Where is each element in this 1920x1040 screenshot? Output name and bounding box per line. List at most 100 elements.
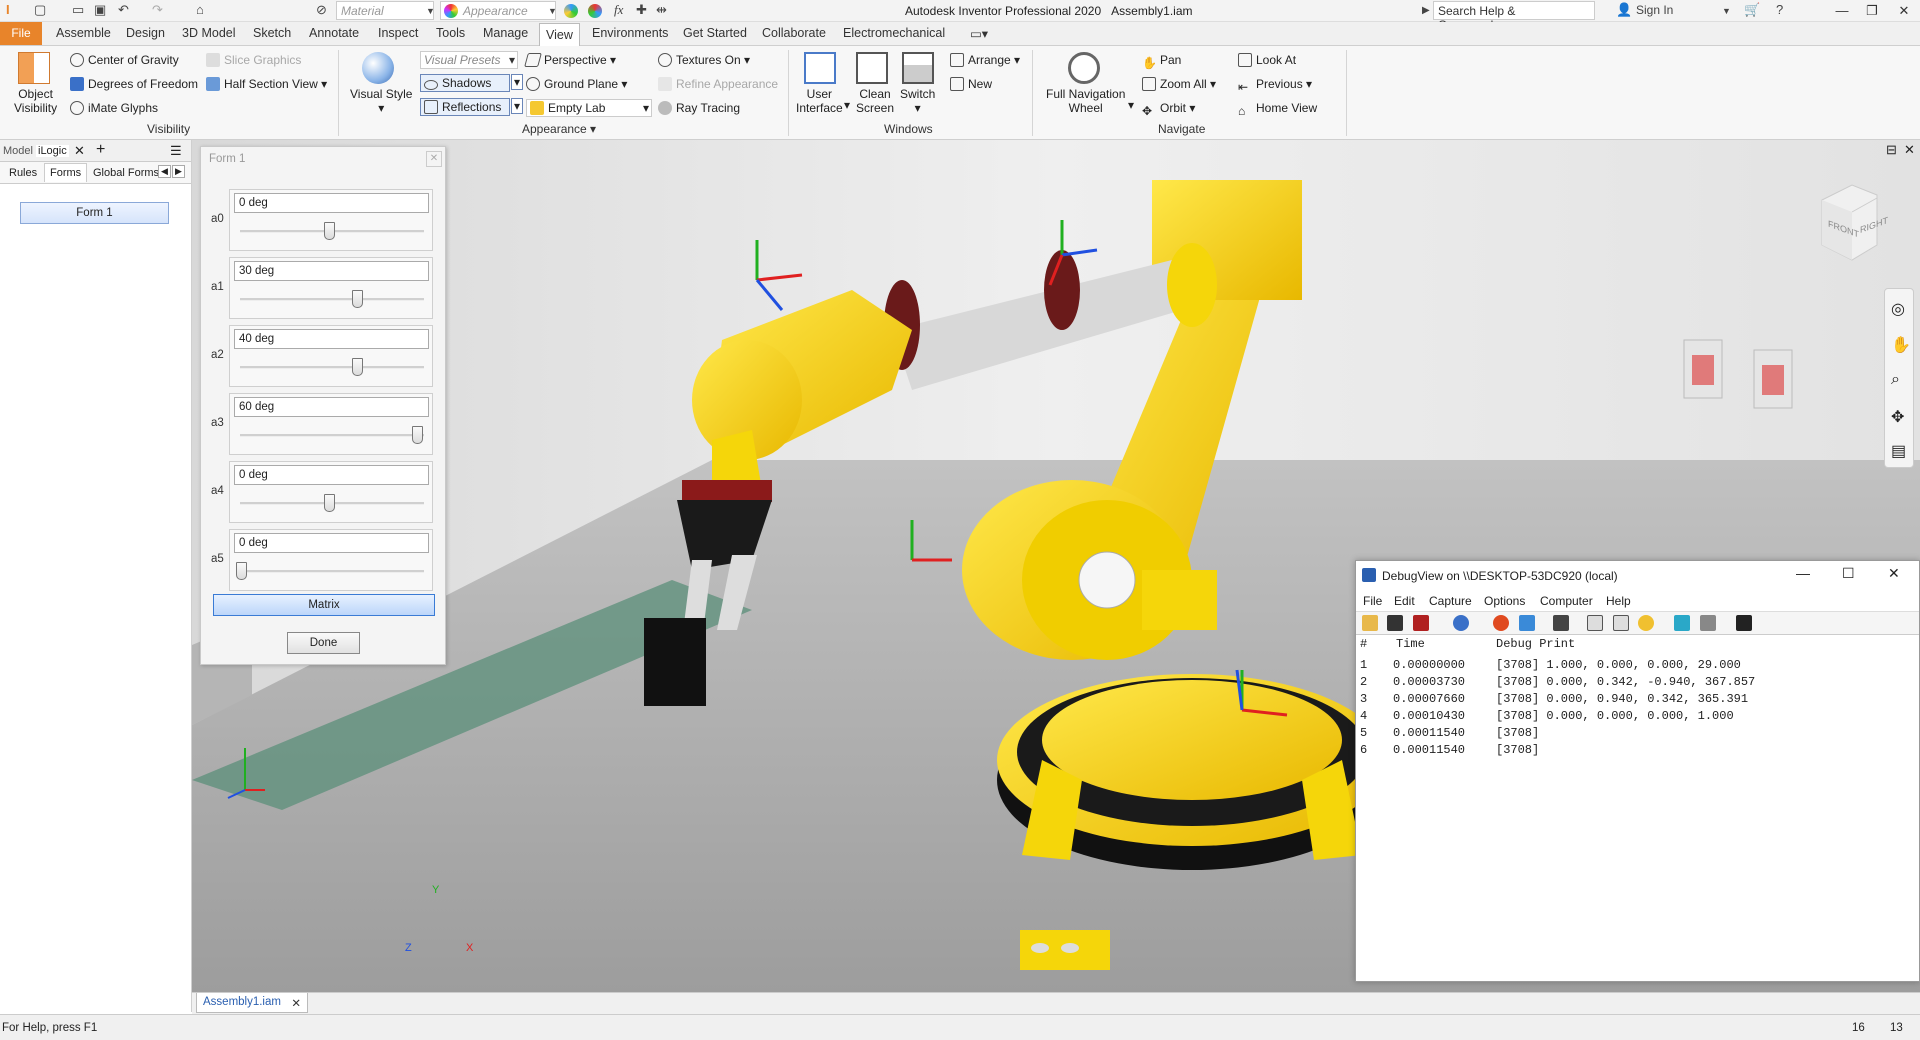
menu-capture[interactable]: Capture (1429, 594, 1472, 608)
a1-slider-track[interactable] (240, 298, 424, 301)
undo-icon[interactable]: ↶ (118, 2, 129, 18)
visual-presets-select[interactable]: Visual Presets ▾ (420, 51, 518, 69)
cart-icon[interactable]: 🛒 (1744, 2, 1760, 18)
save-icon[interactable] (1387, 615, 1404, 631)
parameters-fx-icon[interactable]: fx (614, 2, 623, 18)
tab-forms[interactable]: Forms (44, 163, 88, 182)
look-at-icon[interactable]: ▤ (1891, 441, 1906, 461)
table-row[interactable]: 1 0.00000000 [3708] 1.000, 0.000, 0.000, 2… (1356, 658, 1919, 675)
tab-collaborate[interactable]: Collaborate (762, 26, 826, 40)
scroll-left-icon[interactable]: ◀ (158, 165, 171, 178)
switch-window-icon[interactable] (902, 52, 934, 84)
arrange-button[interactable]: Arrange ▾ (950, 53, 1020, 67)
new-window-button[interactable]: New (950, 77, 992, 91)
clear-icon[interactable] (1412, 615, 1429, 631)
close-tab-icon[interactable]: ✕ (291, 996, 301, 1010)
slice-graphics-button[interactable]: Slice Graphics (206, 53, 301, 67)
minimize-button[interactable]: — (1796, 565, 1810, 581)
redo-icon[interactable]: ↷ (152, 2, 163, 18)
search-input[interactable]: Search Help & Commands... (1433, 1, 1595, 32)
zoom-icon[interactable]: ⌕ (1891, 371, 1900, 389)
visual-style-icon[interactable] (362, 52, 394, 84)
close-tab-icon[interactable]: ✕ (74, 143, 85, 159)
look-at-button[interactable]: Look At (1238, 53, 1296, 67)
tab-view[interactable]: View (539, 23, 580, 46)
help-icon[interactable]: ? (1776, 2, 1783, 17)
menu-options[interactable]: Options (1484, 594, 1525, 608)
form-1-list-button[interactable]: Form 1 (20, 202, 169, 224)
chevron-down-icon[interactable]: ▼ (426, 6, 435, 16)
user-interface-button[interactable]: User Interface (796, 87, 843, 115)
home-view-button[interactable]: ⌂ Home View (1238, 101, 1317, 118)
tab-rules[interactable]: Rules (9, 167, 37, 179)
imate-glyphs-button[interactable]: iMate Glyphs (70, 101, 158, 115)
orbit-button[interactable]: ✥ Orbit ▾ (1142, 101, 1195, 118)
a1-slider-thumb[interactable] (352, 290, 364, 308)
a5-slider-thumb[interactable] (236, 562, 247, 580)
update-icon[interactable]: ⊘ (316, 2, 327, 18)
close-icon[interactable]: ✕ (426, 151, 442, 167)
shadows-button[interactable]: Shadows ▾ (420, 74, 523, 92)
textures-on-button[interactable]: Textures On ▾ (658, 53, 750, 67)
close-button[interactable]: ✕ (1888, 1, 1920, 21)
user-icon[interactable]: 👤 (1616, 2, 1632, 18)
find-icon[interactable] (1453, 615, 1470, 631)
tab-assemble[interactable]: Assemble (56, 26, 111, 40)
tab-global-forms[interactable]: Global Forms (93, 167, 159, 179)
center-of-gravity-button[interactable]: Center of Gravity (70, 53, 179, 67)
autoscroll-icon[interactable] (1518, 615, 1535, 631)
chevron-down-icon[interactable]: ▼ (548, 6, 557, 16)
table-row[interactable]: 5 0.00011540 [3708] (1356, 726, 1919, 743)
tab-model[interactable]: Model (3, 145, 33, 157)
visual-style-button[interactable]: Visual Style ▾ (350, 87, 412, 115)
inventor-logo-icon[interactable]: I (6, 2, 10, 17)
tab-annotate[interactable]: Annotate (309, 26, 359, 40)
table-row[interactable]: 3 0.00007660 [3708] 0.000, 0.940, 0.342, 3… (1356, 692, 1919, 709)
previous-view-button[interactable]: ⇤ Previous ▾ (1238, 77, 1312, 94)
clock-icon[interactable] (1638, 615, 1655, 631)
tab-3d-model[interactable]: 3D Model (182, 26, 236, 40)
open-icon[interactable]: ▭ (72, 2, 84, 18)
a2-slider-track[interactable] (240, 366, 424, 369)
menu-edit[interactable]: Edit (1394, 594, 1415, 608)
zoom-all-button[interactable]: Zoom All ▾ (1142, 77, 1216, 91)
table-row[interactable]: 2 0.00003730 [3708] 0.000, 0.342, -0.940, … (1356, 675, 1919, 692)
pan-button[interactable]: ✋ Pan (1142, 53, 1181, 70)
add-icon[interactable]: ✚ (636, 2, 647, 18)
a1-value-input[interactable]: 30 deg (234, 261, 429, 281)
reflections-button[interactable]: Reflections ▾ (420, 98, 523, 116)
a2-slider-thumb[interactable] (352, 358, 364, 376)
half-section-view-button[interactable]: Half Section View ▾ (206, 77, 327, 91)
a0-slider-thumb[interactable] (324, 222, 335, 240)
tab-get-started[interactable]: Get Started (683, 26, 747, 40)
table-row[interactable]: 4 0.00010430 [3708] 0.000, 0.000, 0.000, 1… (1356, 709, 1919, 726)
document-tab-assembly1[interactable]: Assembly1.iam ✕ (196, 993, 308, 1013)
menu-file[interactable]: File (1363, 594, 1382, 608)
clear-appearance-icon[interactable] (588, 4, 602, 18)
perspective-button[interactable]: Perspective ▾ (524, 53, 616, 67)
chevron-down-icon[interactable]: ▾ (844, 98, 850, 112)
menu-help[interactable]: Help (1606, 594, 1631, 608)
object-visibility-button[interactable]: Object Visibility (14, 87, 57, 115)
a3-slider-track[interactable] (240, 434, 424, 437)
appearance-group-label[interactable]: Appearance ▾ (522, 122, 596, 136)
binoculars-icon[interactable] (1736, 615, 1753, 631)
clean-screen-button[interactable]: Clean Screen (856, 87, 894, 115)
measure-icon[interactable]: ⇹ (656, 2, 667, 18)
menu-computer[interactable]: Computer (1540, 594, 1593, 608)
maximize-viewport-icon[interactable]: ⊟ (1886, 142, 1897, 158)
ground-plane-button[interactable]: Ground Plane ▾ (526, 77, 627, 91)
menu-icon[interactable]: ☰ (170, 143, 182, 159)
scroll-right-icon[interactable]: ▶ (172, 165, 185, 178)
highlight-icon[interactable] (1674, 615, 1691, 631)
close-viewport-icon[interactable]: ✕ (1904, 142, 1915, 158)
a5-slider-track[interactable] (240, 570, 424, 573)
a3-slider-thumb[interactable] (412, 426, 423, 444)
pin-icon[interactable] (1699, 615, 1716, 631)
a2-value-input[interactable]: 40 deg (234, 329, 429, 349)
matrix-button[interactable]: Matrix (213, 594, 435, 616)
minimize-button[interactable]: — (1826, 1, 1858, 21)
tab-inspect[interactable]: Inspect (378, 26, 418, 40)
full-navigation-wheel-button[interactable]: Full Navigation Wheel (1046, 87, 1125, 115)
a4-value-input[interactable]: 0 deg (234, 465, 429, 485)
